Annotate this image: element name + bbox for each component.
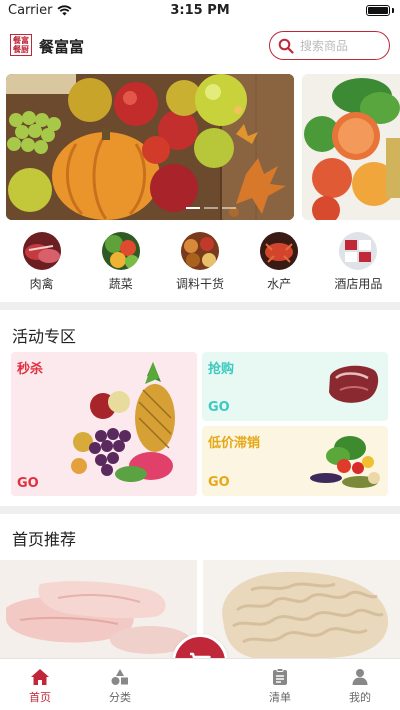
clearance-go: GO <box>208 475 230 490</box>
search-input[interactable] <box>300 38 380 53</box>
category-label: 蔬菜 <box>108 277 133 291</box>
tripe-image <box>203 560 400 658</box>
flash-sale-go: GO <box>17 476 39 491</box>
fruit-platter-image <box>71 362 175 482</box>
category-label: 肉禽 <box>29 277 54 291</box>
seafood-icon <box>260 232 299 270</box>
tab-category[interactable]: 分类 <box>88 659 152 710</box>
status-bar: Carrier 3:15 PM <box>0 0 400 22</box>
recommend-item-2[interactable] <box>203 560 400 658</box>
search-box[interactable] <box>269 31 390 60</box>
category-label: 调料干货 <box>175 277 224 291</box>
vegetable-icon <box>101 232 140 270</box>
category-label: 水产 <box>267 277 292 291</box>
category-seasoning[interactable]: 调料干货 <box>161 232 239 296</box>
bottom-tab-bar: 首页 分类 清单 我的 <box>0 658 400 710</box>
steak-image <box>329 365 379 403</box>
tab-list[interactable]: 清单 <box>248 659 312 710</box>
recommend-item-1[interactable] <box>0 560 197 658</box>
category-seafood[interactable]: 水产 <box>240 232 318 296</box>
category-row: 肉禽 蔬菜 调料干货 水产 酒店用品 <box>0 232 400 296</box>
carousel-indicators <box>186 207 236 209</box>
brand-logo: 餐富餐厨 <box>10 34 32 56</box>
hotel-supplies-icon <box>339 232 378 270</box>
banner-carousel[interactable] <box>0 74 400 220</box>
app-header: 餐富餐厨 餐富富 <box>0 24 400 68</box>
tab-profile[interactable]: 我的 <box>328 659 392 710</box>
app-name: 餐富富 <box>39 38 85 56</box>
category-icon <box>111 669 128 685</box>
pork-trotter-image <box>0 560 197 658</box>
flash-sale-title: 秒杀 <box>17 362 44 377</box>
list-icon <box>273 668 287 685</box>
logo-text: 餐富餐厨 <box>13 36 29 54</box>
vegetables-image <box>302 74 400 220</box>
flash-sale-card[interactable]: 秒杀 GO <box>11 352 197 496</box>
activity-section-title: 活动专区 <box>12 327 77 346</box>
carousel-dot-3[interactable] <box>222 207 236 209</box>
tab-label: 清单 <box>269 691 291 704</box>
vegetable-basket-image <box>310 436 380 488</box>
meat-icon <box>22 232 61 270</box>
section-divider <box>0 302 400 310</box>
tab-home[interactable]: 首页 <box>8 659 72 710</box>
seasoning-icon <box>180 232 219 270</box>
tab-label: 分类 <box>109 691 131 704</box>
tab-label: 我的 <box>349 691 371 704</box>
banner-slide-fruits[interactable] <box>6 74 294 220</box>
tab-label: 首页 <box>29 691 51 704</box>
clearance-title: 低价滞销 <box>208 436 261 451</box>
banner-slide-vegetables[interactable] <box>302 74 400 220</box>
rush-buy-title: 抢购 <box>208 362 235 377</box>
home-icon <box>31 669 49 685</box>
category-meat[interactable]: 肉禽 <box>3 232 81 296</box>
search-icon <box>278 38 294 54</box>
rush-buy-card[interactable]: 抢购 GO <box>202 352 388 421</box>
battery-icon <box>366 5 390 16</box>
clearance-card[interactable]: 低价滞销 GO <box>202 426 388 496</box>
battery-fill <box>368 7 388 14</box>
fruit-basket-image <box>6 74 294 220</box>
battery-tip <box>392 8 394 13</box>
category-label: 酒店用品 <box>334 277 383 291</box>
rush-buy-go: GO <box>208 400 230 415</box>
carousel-dot-2[interactable] <box>204 207 218 209</box>
carousel-dot-1[interactable] <box>186 207 200 209</box>
category-vegetables[interactable]: 蔬菜 <box>82 232 160 296</box>
recommend-section-title: 首页推荐 <box>12 530 77 549</box>
section-divider <box>0 506 400 514</box>
category-hotel-supplies[interactable]: 酒店用品 <box>319 232 397 296</box>
clock: 3:15 PM <box>170 3 230 18</box>
profile-icon <box>352 669 368 685</box>
